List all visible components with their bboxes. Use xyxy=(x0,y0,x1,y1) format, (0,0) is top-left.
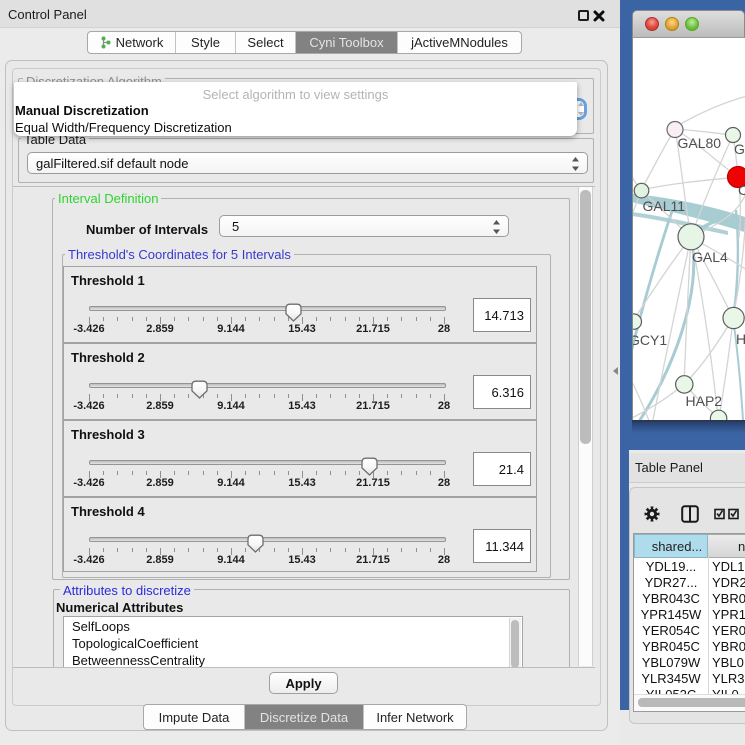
svg-text:GAL4: GAL4 xyxy=(692,249,728,265)
svg-text:H: H xyxy=(736,331,745,347)
svg-text:GAL11: GAL11 xyxy=(643,198,686,214)
svg-text:GAL80: GAL80 xyxy=(678,135,722,151)
svg-text:GA: GA xyxy=(734,141,745,157)
svg-text:GCY1: GCY1 xyxy=(633,332,667,348)
svg-text:HAP2: HAP2 xyxy=(686,393,723,409)
svg-text:C: C xyxy=(738,182,745,198)
